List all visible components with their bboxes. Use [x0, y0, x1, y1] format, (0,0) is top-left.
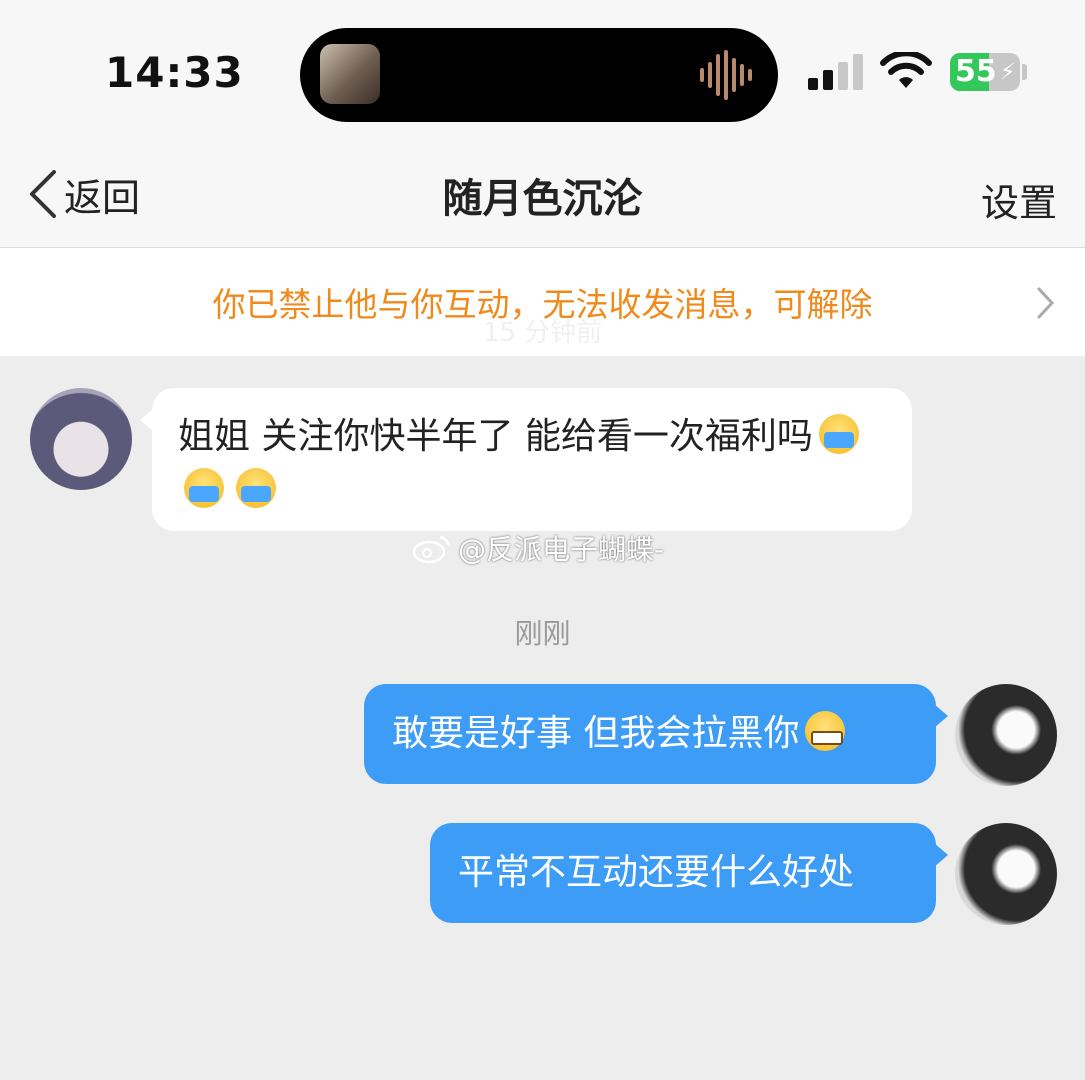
charging-bolt-icon: ⚡	[1000, 60, 1016, 85]
battery-icon: 55 ⚡	[950, 53, 1020, 91]
block-notice-text: 你已禁止他与你互动，无法收发消息，可解除	[212, 285, 873, 324]
status-time: 14:33	[105, 48, 244, 97]
weibo-logo-icon	[412, 535, 450, 564]
user-avatar[interactable]	[955, 684, 1057, 786]
user-avatar[interactable]	[955, 823, 1057, 925]
crying-emoji-icon	[184, 468, 224, 508]
outgoing-message-bubble[interactable]: 平常不互动还要什么好处	[430, 823, 948, 923]
crying-emoji-icon	[818, 414, 859, 454]
grinning-emoji-icon	[805, 711, 846, 751]
outgoing-message-text: 平常不互动还要什么好处	[458, 852, 855, 893]
wifi-icon	[880, 52, 932, 88]
battery-tip	[1022, 64, 1027, 80]
outgoing-message-text: 敢要是好事 但我会拉黑你	[392, 713, 800, 754]
dynamic-island[interactable]	[300, 28, 778, 122]
nav-bar: 返回 随月色沉沦 设置	[0, 140, 1085, 248]
message-timestamp: 刚刚	[514, 617, 571, 650]
chevron-right-icon	[1037, 287, 1055, 319]
signal-icon	[808, 54, 863, 90]
chat-title: 随月色沉沦	[442, 176, 643, 222]
status-bar: 14:33 55 ⚡	[0, 0, 1085, 140]
outgoing-message-bubble[interactable]: 敢要是好事 但我会拉黑你	[364, 684, 948, 784]
block-notice-banner[interactable]: 15 分钟前 你已禁止他与你互动，无法收发消息，可解除	[0, 248, 1085, 356]
crying-emoji-icon	[236, 468, 276, 508]
incoming-message-bubble[interactable]: 姐姐 关注你快半年了 能给看一次福利吗	[140, 388, 912, 531]
audio-waveform-icon	[700, 50, 752, 100]
watermark-text: @反派电子蝴蝶-	[458, 533, 665, 566]
battery-level: 55	[955, 54, 997, 89]
incoming-message-text: 姐姐 关注你快半年了 能给看一次福利吗	[178, 416, 813, 457]
watermark: @反派电子蝴蝶-	[412, 528, 664, 568]
settings-button[interactable]: 设置	[981, 172, 1057, 227]
music-thumbnail-icon	[320, 44, 380, 104]
sender-avatar[interactable]	[30, 388, 132, 490]
